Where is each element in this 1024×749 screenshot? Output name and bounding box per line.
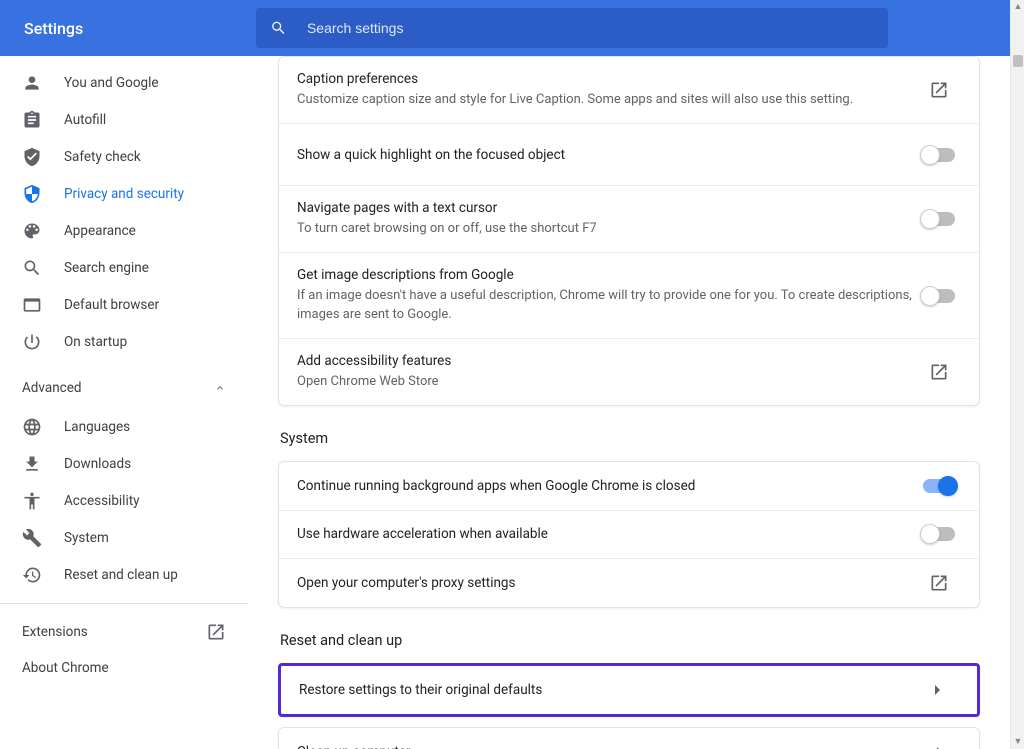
security-icon: [22, 184, 42, 204]
sidebar-item-system[interactable]: System: [0, 519, 248, 556]
row-restore-defaults-card: Restore settings to their original defau…: [278, 663, 980, 717]
search-wrap: [256, 8, 888, 48]
row-clean-up-computer[interactable]: Clean up computer: [279, 728, 979, 749]
open-in-new-icon: [206, 622, 226, 642]
row-clean-up-card: Clean up computer: [278, 727, 980, 749]
scrollbar-arrow-down-icon[interactable]: ▼: [1013, 737, 1023, 747]
scrollbar-arrow-up-icon[interactable]: ▲: [1013, 2, 1023, 12]
row-title: Add accessibility features: [297, 353, 917, 369]
sidebar-item-label: Default browser: [64, 297, 159, 313]
browser-icon: [22, 295, 42, 315]
about-label: About Chrome: [22, 660, 109, 676]
sidebar-item-downloads[interactable]: Downloads: [0, 445, 248, 482]
sidebar-extensions[interactable]: Extensions: [0, 614, 248, 650]
sidebar-item-autofill[interactable]: Autofill: [0, 101, 248, 138]
sidebar-item-you-and-google[interactable]: You and Google: [0, 64, 248, 101]
sidebar-item-label: Accessibility: [64, 493, 140, 509]
toggle-caret-browsing[interactable]: [923, 212, 955, 226]
sidebar-item-appearance[interactable]: Appearance: [0, 212, 248, 249]
chevron-up-icon: [214, 382, 226, 394]
sidebar-item-label: You and Google: [64, 75, 159, 91]
section-heading-system: System: [280, 430, 980, 447]
row-background-apps[interactable]: Continue running background apps when Go…: [279, 462, 979, 510]
open-in-new-icon: [929, 573, 949, 593]
extensions-label: Extensions: [22, 624, 88, 640]
row-hardware-accel[interactable]: Use hardware acceleration when available: [279, 510, 979, 558]
sidebar-item-default-browser[interactable]: Default browser: [0, 286, 248, 323]
scrollbar-thumb[interactable]: [1013, 55, 1023, 67]
search-box[interactable]: [256, 8, 888, 48]
search-input[interactable]: [305, 19, 874, 37]
open-in-new-icon: [929, 362, 949, 382]
autofill-icon: [22, 110, 42, 130]
globe-icon: [22, 417, 42, 437]
power-icon: [22, 332, 42, 352]
row-title: Continue running background apps when Go…: [297, 478, 917, 494]
shield-icon: [22, 147, 42, 167]
restore-icon: [22, 565, 42, 585]
download-icon: [22, 454, 42, 474]
row-title: Show a quick highlight on the focused ob…: [297, 147, 917, 163]
search-icon: [270, 19, 287, 37]
row-title: Use hardware acceleration when available: [297, 526, 917, 542]
accessibility-card: Caption preferences Customize caption si…: [278, 56, 980, 406]
sidebar-item-label: Privacy and security: [64, 186, 184, 202]
sidebar-about[interactable]: About Chrome: [0, 650, 248, 686]
row-caption-preferences[interactable]: Caption preferences Customize caption si…: [279, 57, 979, 123]
sidebar-item-label: System: [64, 530, 109, 546]
row-subtitle: Open Chrome Web Store: [297, 373, 917, 391]
chevron-right-icon: [935, 685, 940, 695]
page-title: Settings: [24, 19, 256, 38]
row-title: Navigate pages with a text cursor: [297, 200, 917, 216]
sidebar-item-label: Reset and clean up: [64, 567, 178, 583]
sidebar-item-label: Appearance: [64, 223, 136, 239]
sidebar-item-privacy-security[interactable]: Privacy and security: [0, 175, 248, 212]
section-heading-reset: Reset and clean up: [280, 632, 980, 649]
row-subtitle: If an image doesn't have a useful descri…: [297, 287, 917, 323]
sidebar-divider: [0, 603, 248, 604]
row-title: Restore settings to their original defau…: [299, 682, 915, 698]
row-add-accessibility-features[interactable]: Add accessibility features Open Chrome W…: [279, 338, 979, 405]
row-title: Clean up computer: [297, 744, 917, 749]
person-icon: [22, 73, 42, 93]
toggle-hardware-accel[interactable]: [923, 527, 955, 541]
row-image-descriptions[interactable]: Get image descriptions from Google If an…: [279, 252, 979, 337]
sidebar-item-label: Safety check: [64, 149, 141, 165]
row-quick-highlight[interactable]: Show a quick highlight on the focused ob…: [279, 123, 979, 185]
row-proxy-settings[interactable]: Open your computer's proxy settings: [279, 558, 979, 607]
sidebar-item-on-startup[interactable]: On startup: [0, 323, 248, 360]
accessibility-icon: [22, 491, 42, 511]
open-in-new-icon: [929, 80, 949, 100]
sidebar-item-reset[interactable]: Reset and clean up: [0, 556, 248, 593]
palette-icon: [22, 221, 42, 241]
toggle-quick-highlight[interactable]: [923, 148, 955, 162]
row-restore-defaults[interactable]: Restore settings to their original defau…: [281, 666, 977, 714]
sidebar-item-languages[interactable]: Languages: [0, 408, 248, 445]
sidebar-item-label: Search engine: [64, 260, 149, 276]
row-subtitle: To turn caret browsing on or off, use th…: [297, 220, 917, 238]
sidebar-item-label: Autofill: [64, 112, 106, 128]
sidebar-item-accessibility[interactable]: Accessibility: [0, 482, 248, 519]
advanced-label: Advanced: [22, 380, 82, 396]
row-title: Open your computer's proxy settings: [297, 575, 917, 591]
row-title: Caption preferences: [297, 71, 917, 87]
toggle-background-apps[interactable]: [923, 479, 955, 493]
row-caret-browsing[interactable]: Navigate pages with a text cursor To tur…: [279, 185, 979, 252]
content: Caption preferences Customize caption si…: [248, 56, 1010, 749]
search-icon: [22, 258, 42, 278]
sidebar-item-search-engine[interactable]: Search engine: [0, 249, 248, 286]
toggle-image-descriptions[interactable]: [923, 289, 955, 303]
sidebar-item-label: On startup: [64, 334, 127, 350]
sidebar: You and Google Autofill Safety check Pri…: [0, 56, 248, 749]
system-card: Continue running background apps when Go…: [278, 461, 980, 608]
row-title: Get image descriptions from Google: [297, 267, 917, 283]
sidebar-advanced-toggle[interactable]: Advanced: [0, 368, 248, 408]
wrench-icon: [22, 528, 42, 548]
scrollbar[interactable]: ▲ ▼: [1010, 0, 1024, 749]
app-header: Settings: [0, 0, 1024, 56]
sidebar-item-safety-check[interactable]: Safety check: [0, 138, 248, 175]
row-subtitle: Customize caption size and style for Liv…: [297, 91, 917, 109]
sidebar-item-label: Downloads: [64, 456, 131, 472]
sidebar-item-label: Languages: [64, 419, 130, 435]
